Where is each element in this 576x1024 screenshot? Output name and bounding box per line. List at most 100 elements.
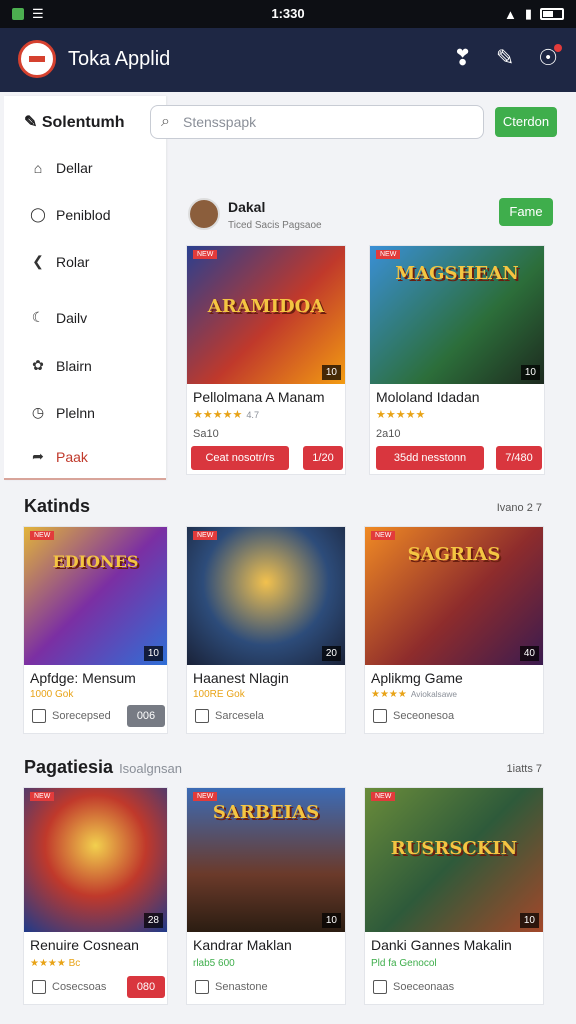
pencil-icon: ✎ — [24, 114, 38, 131]
app-bar: Toka Applid ❣ ✎ ☉ — [0, 28, 576, 92]
search-button[interactable]: Cterdon — [495, 107, 557, 137]
image-icon — [373, 709, 387, 723]
moon-icon: ☾ — [31, 309, 45, 325]
game-card[interactable]: NEW RUSRSCKIN 10 Danki Gannes Makalin Pl… — [364, 787, 544, 1005]
profile-name: Dakal — [228, 199, 266, 215]
section-title: Katinds — [24, 496, 91, 516]
game-logo-text: SARBEIAS — [212, 802, 320, 824]
avatar[interactable] — [188, 198, 220, 230]
game-logo-text: ARAMIDOA — [207, 295, 325, 317]
clock-icon: ◷ — [31, 404, 45, 420]
game-rating: 100RE Gok — [193, 689, 245, 700]
star-rating: ★★★★★ — [376, 409, 426, 421]
game-title: Kandrar Maklan — [193, 937, 292, 953]
get-button[interactable]: Ceat nosotr/rs — [191, 446, 289, 470]
game-title: Apfdge: Mensum — [30, 670, 136, 686]
game-thumbnail: NEW 20 — [187, 527, 345, 665]
new-badge: NEW — [193, 792, 218, 801]
game-rating: ★★★★ Aviokalsawe — [371, 689, 457, 700]
image-icon — [32, 980, 46, 994]
sidebar-item-peniblod[interactable]: ◯ Peniblod — [30, 206, 110, 223]
image-icon — [32, 709, 46, 723]
image-icon — [373, 980, 387, 994]
house-icon: ⌂ — [33, 160, 43, 176]
app-logo-icon[interactable] — [18, 40, 56, 78]
game-thumbnail: NEW EDIONES 10 — [24, 527, 167, 665]
video-count: 40 — [519, 646, 539, 661]
get-button[interactable]: 35dd nesstonn — [376, 446, 484, 470]
price-button[interactable]: 1/20 — [303, 446, 343, 470]
search-input[interactable]: Stensspapk — [150, 105, 484, 139]
game-thumbnail: NEW MAGSHEAN 10 — [370, 246, 544, 384]
sidebar-item-plelnn[interactable]: ◷ Plelnn — [30, 404, 95, 421]
sidebar-item-paak[interactable]: ➦ Paak — [30, 448, 88, 465]
battery-icon — [540, 8, 564, 20]
game-thumbnail: NEW SAGRIAS 40 — [365, 527, 543, 665]
profile-subtitle: Ticed Sacis Pagsaoe — [228, 220, 322, 231]
game-card[interactable]: NEW 20 Haanest Nlagin 100RE Gok Sarcesel… — [186, 526, 346, 734]
card-footer: Soeceonaas — [373, 980, 454, 994]
image-icon — [195, 709, 209, 723]
new-badge: NEW — [30, 792, 55, 801]
new-badge: NEW — [30, 531, 55, 540]
card-footer: Seceonesoa — [373, 709, 454, 723]
game-logo-text: EDIONES — [52, 551, 139, 571]
game-price: Sa10 — [193, 428, 219, 440]
sidebar-item-rolar[interactable]: ❮ Rolar — [30, 253, 89, 270]
game-rating: Pld fa Genocol — [371, 958, 437, 969]
notification-icon[interactable]: ☉ — [538, 44, 562, 70]
sidebar-item-dellar[interactable]: ⌂ Dellar — [30, 160, 93, 176]
fame-button[interactable]: Fame — [499, 198, 553, 226]
game-card[interactable]: NEW 28 Renuire Cosnean ★★★★ Bc Cosecsoas… — [23, 787, 168, 1005]
section-more-link[interactable]: 1iatts 7 — [507, 763, 542, 775]
new-badge: NEW — [193, 250, 218, 259]
status-bar: ☰ 1:330 ▲ ▮ — [0, 0, 576, 28]
featured-card[interactable]: NEW MAGSHEAN 10 Mololand Idadan ★★★★★ 2a… — [369, 245, 545, 475]
game-card[interactable]: NEW SAGRIAS 40 Aplikmg Game ★★★★ Aviokals… — [364, 526, 544, 734]
tag-icon: ➦ — [32, 448, 44, 464]
game-title: Pellolmana A Manam — [193, 389, 325, 405]
video-count: 10 — [321, 913, 341, 928]
game-logo-text: SAGRIAS — [407, 543, 501, 565]
circle-icon: ◯ — [30, 206, 46, 222]
sidebar: ✎ Solentumh ⌂ Dellar ◯ Peniblod ❮ Rolar ☾ Da… — [4, 96, 166, 480]
game-rating: ★★★★ Bc — [30, 958, 81, 969]
new-badge: NEW — [376, 250, 401, 259]
edit-icon[interactable]: ✎ — [496, 46, 514, 70]
price-button[interactable]: 7/480 — [496, 446, 542, 470]
video-count: 28 — [143, 913, 163, 928]
signal-icon: ▲ — [503, 6, 517, 22]
video-count: 10 — [143, 646, 163, 661]
video-count: 10 — [520, 365, 540, 380]
star-rating: ★★★★★ 4.7 — [193, 409, 260, 421]
card-footer: Sorecepsed — [32, 709, 111, 723]
game-logo-text: MAGSHEAN — [395, 262, 519, 284]
featured-card[interactable]: NEW ARAMIDOA 10 Pellolmana A Manam ★★★★★… — [186, 245, 346, 475]
sidebar-header[interactable]: ✎ Solentumh — [24, 112, 125, 132]
price-pill[interactable]: 006 — [127, 705, 165, 727]
video-count: 10 — [321, 365, 341, 380]
sidebar-item-blairn[interactable]: ✿ Blairn — [30, 357, 92, 374]
flag-icon[interactable]: ❣ — [453, 46, 471, 70]
game-thumbnail: NEW RUSRSCKIN 10 — [365, 788, 543, 932]
game-title: Danki Gannes Makalin — [371, 937, 512, 953]
new-badge: NEW — [371, 531, 396, 540]
card-footer: Senastone — [195, 980, 268, 994]
game-title: Renuire Cosnean — [30, 937, 139, 953]
section-title: Pagatiesia Isoalgnsan — [24, 757, 182, 777]
game-price: 2a10 — [376, 428, 401, 440]
game-title: Mololand Idadan — [376, 389, 480, 405]
image-icon — [195, 980, 209, 994]
share-icon: ❮ — [32, 253, 44, 269]
game-card[interactable]: NEW SARBEIAS 10 Kandrar Maklan rlab5 600… — [186, 787, 346, 1005]
new-badge: NEW — [193, 531, 218, 540]
game-title: Aplikmg Game — [371, 670, 463, 686]
video-count: 10 — [519, 913, 539, 928]
game-thumbnail: NEW SARBEIAS 10 — [187, 788, 345, 932]
sidebar-item-dailv[interactable]: ☾ Dailv — [30, 309, 87, 326]
game-rating: rlab5 600 — [193, 958, 235, 969]
section-more-link[interactable]: Ivano 2 7 — [497, 502, 542, 514]
game-card[interactable]: NEW EDIONES 10 Apfdge: Mensum 1000 Gok S… — [23, 526, 168, 734]
price-pill[interactable]: 080 — [127, 976, 165, 998]
app-title: Toka Applid — [68, 48, 171, 70]
